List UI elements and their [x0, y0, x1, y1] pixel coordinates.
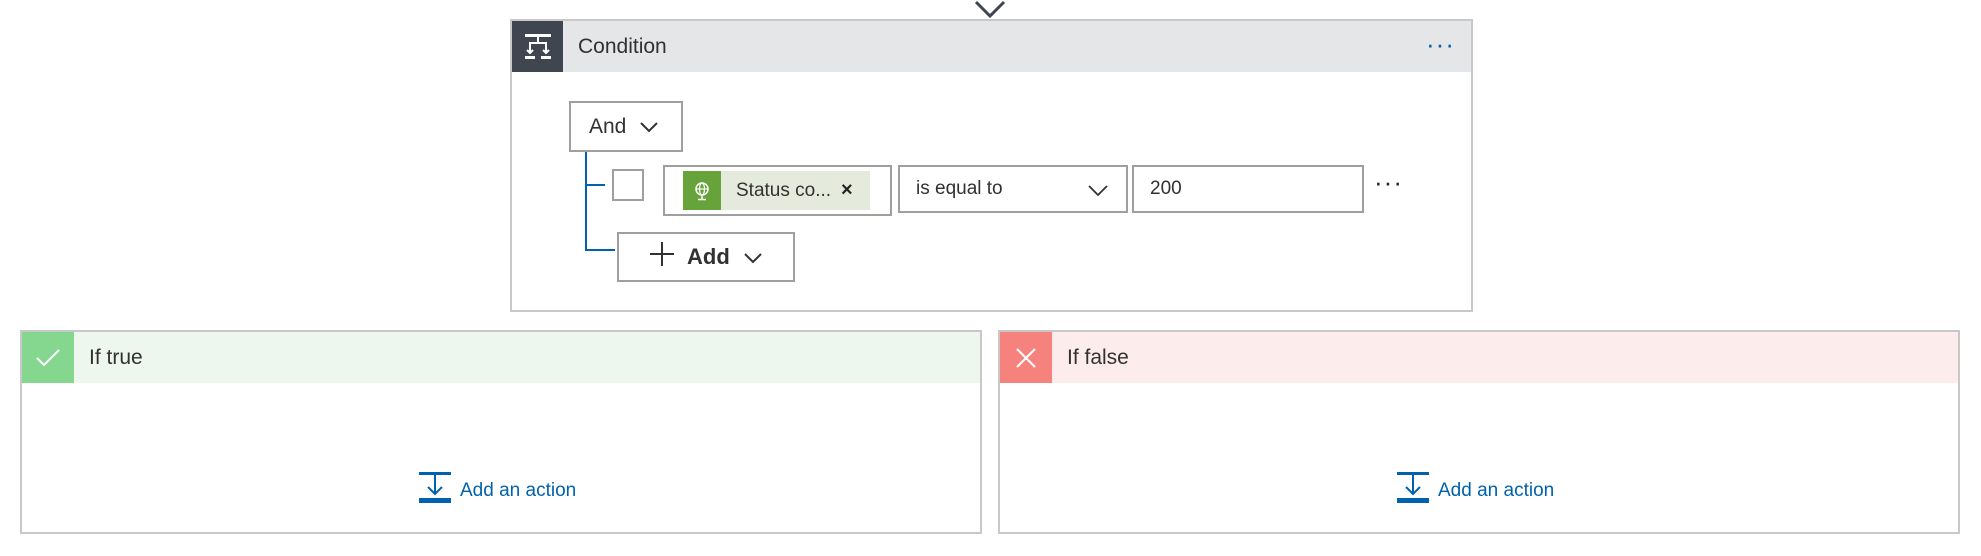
token-remove-button[interactable]: × — [841, 179, 853, 202]
add-action-icon — [1397, 472, 1429, 510]
globe-icon — [683, 171, 721, 210]
left-operand-field[interactable]: Status co... × — [663, 165, 892, 216]
row-more-button[interactable]: ··· — [1374, 169, 1403, 195]
add-button[interactable]: Add — [617, 232, 795, 282]
condition-header[interactable]: Condition ··· — [512, 21, 1471, 72]
condition-card: Condition ··· And Status co... × is equa… — [510, 19, 1473, 312]
if-true-header: If true — [22, 332, 980, 383]
if-true-title: If true — [89, 346, 143, 369]
if-false-add-action-link[interactable]: Add an action — [1397, 472, 1554, 510]
if-true-add-action-link[interactable]: Add an action — [419, 472, 576, 510]
operator-dropdown[interactable]: is equal to — [898, 165, 1128, 213]
plus-icon — [649, 241, 675, 273]
if-false-branch: If false Add an action — [998, 330, 1960, 534]
operator-label: is equal to — [916, 178, 1003, 199]
tree-connector-line — [585, 249, 615, 251]
group-operator-label: And — [589, 114, 627, 138]
condition-icon — [512, 21, 563, 72]
condition-title: Condition — [578, 35, 667, 58]
dynamic-content-token[interactable]: Status co... × — [683, 171, 870, 210]
close-icon — [1000, 332, 1052, 383]
condition-more-button[interactable]: ··· — [1426, 21, 1455, 72]
chevron-down-icon — [1088, 181, 1108, 203]
add-action-label: Add an action — [460, 480, 577, 501]
right-operand-input[interactable] — [1132, 165, 1364, 213]
row-select-checkbox[interactable] — [612, 169, 644, 201]
add-action-icon — [419, 472, 451, 510]
flow-connector-arrow-icon — [972, 0, 1008, 20]
tree-connector-line — [585, 184, 605, 186]
token-label: Status co... — [736, 179, 832, 201]
if-true-branch: If true Add an action — [20, 330, 982, 534]
add-button-label: Add — [687, 244, 730, 269]
add-action-label: Add an action — [1438, 480, 1555, 501]
group-operator-dropdown[interactable]: And — [569, 101, 683, 152]
if-false-title: If false — [1067, 346, 1129, 369]
checkmark-icon — [22, 332, 74, 383]
chevron-down-icon — [744, 244, 762, 270]
chevron-down-icon — [640, 115, 659, 139]
tree-connector-line — [585, 152, 587, 251]
if-false-header: If false — [1000, 332, 1958, 383]
